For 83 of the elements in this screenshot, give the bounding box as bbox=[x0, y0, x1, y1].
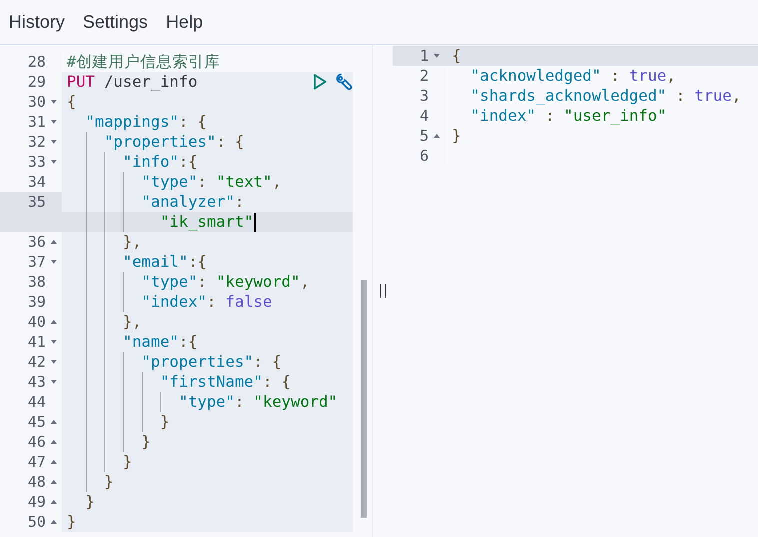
line-number: 46 bbox=[28, 433, 46, 451]
code-line: "properties": { bbox=[140, 352, 282, 372]
fold-open-icon[interactable] bbox=[51, 360, 57, 364]
code-line: #创建用户信息索引库 bbox=[67, 52, 220, 72]
code-line: "type": "text", bbox=[140, 172, 282, 192]
fold-close-icon[interactable] bbox=[51, 440, 57, 444]
code-line: }, bbox=[122, 232, 142, 252]
line-number: 47 bbox=[28, 453, 46, 471]
code-line: }, bbox=[122, 312, 142, 332]
code-line: } bbox=[84, 492, 95, 512]
code-line: "name":{ bbox=[122, 332, 198, 352]
fold-close-icon[interactable] bbox=[434, 134, 440, 138]
menu-item[interactable]: Settings bbox=[74, 8, 158, 36]
fold-open-icon[interactable] bbox=[51, 120, 57, 124]
line-number: 34 bbox=[28, 173, 46, 191]
fold-close-icon[interactable] bbox=[51, 460, 57, 464]
line-number: 38 bbox=[28, 273, 46, 291]
code-line: } bbox=[140, 432, 151, 452]
line-number: 5 bbox=[420, 127, 429, 145]
line-number: 32 bbox=[28, 133, 46, 151]
code-line: "info":{ bbox=[122, 152, 198, 172]
code-line: "index": false bbox=[140, 292, 272, 312]
code-line: "email":{ bbox=[122, 252, 207, 272]
line-number: 2 bbox=[420, 67, 429, 85]
code-line: } bbox=[159, 412, 170, 432]
code-line: "acknowledged" : true, bbox=[470, 66, 676, 86]
fold-open-icon[interactable] bbox=[51, 140, 57, 144]
fold-open-icon[interactable] bbox=[51, 100, 57, 104]
line-number: 39 bbox=[28, 293, 46, 311]
code-line: { bbox=[452, 46, 462, 66]
line-number: 28 bbox=[28, 53, 46, 71]
code-line: { bbox=[67, 92, 76, 112]
code-line: "type": "keyword", bbox=[140, 272, 310, 292]
line-number: 1 bbox=[420, 47, 429, 65]
line-number: 4 bbox=[420, 107, 429, 125]
code-line: "ik_smart" bbox=[159, 212, 256, 232]
fold-open-icon[interactable] bbox=[51, 160, 57, 164]
play-icon[interactable] bbox=[311, 73, 329, 91]
wrench-icon[interactable] bbox=[335, 73, 353, 91]
line-number: 48 bbox=[28, 473, 46, 491]
code-line: "analyzer": bbox=[140, 192, 244, 212]
line-number: 42 bbox=[28, 353, 46, 371]
code-line: } bbox=[122, 452, 132, 472]
line-number: 3 bbox=[420, 87, 429, 105]
fold-close-icon[interactable] bbox=[51, 240, 57, 244]
fold-close-icon[interactable] bbox=[51, 320, 57, 324]
line-number: 41 bbox=[28, 333, 46, 351]
line-number: 35 bbox=[28, 193, 46, 211]
fold-open-icon[interactable] bbox=[51, 340, 57, 344]
line-number: 40 bbox=[28, 313, 46, 331]
code-line: "shards_acknowledged" : true, bbox=[470, 86, 742, 106]
menu-item[interactable]: History bbox=[0, 8, 74, 36]
code-line: } bbox=[103, 472, 114, 492]
code-line: } bbox=[67, 512, 76, 532]
line-number: 43 bbox=[28, 373, 46, 391]
menu-item[interactable]: Help bbox=[157, 8, 212, 36]
code-line: "mappings": { bbox=[84, 112, 207, 132]
fold-close-icon[interactable] bbox=[51, 500, 57, 504]
code-line: } bbox=[452, 126, 462, 146]
fold-open-icon[interactable] bbox=[51, 260, 57, 264]
line-number: 6 bbox=[420, 147, 429, 165]
resize-handle[interactable] bbox=[380, 284, 386, 298]
line-number: 50 bbox=[28, 513, 46, 531]
line-number: 30 bbox=[28, 93, 46, 111]
line-number: 33 bbox=[28, 153, 46, 171]
fold-open-icon[interactable] bbox=[434, 54, 440, 58]
fold-close-icon[interactable] bbox=[51, 420, 57, 424]
code-line: "index" : "user_info" bbox=[470, 106, 667, 126]
line-number: 31 bbox=[28, 113, 46, 131]
code-line: "firstName": { bbox=[159, 372, 291, 392]
line-number: 49 bbox=[28, 493, 46, 511]
code-line: PUT /user_info bbox=[67, 72, 198, 92]
fold-open-icon[interactable] bbox=[51, 380, 57, 384]
scrollbar-thumb[interactable] bbox=[361, 280, 367, 518]
fold-close-icon[interactable] bbox=[51, 520, 57, 524]
line-number: 45 bbox=[28, 413, 46, 431]
code-line: "properties": { bbox=[103, 132, 244, 152]
line-number: 44 bbox=[28, 393, 46, 411]
line-number: 29 bbox=[28, 73, 46, 91]
line-number: 37 bbox=[28, 253, 46, 271]
line-number: 36 bbox=[28, 233, 46, 251]
fold-close-icon[interactable] bbox=[51, 480, 57, 484]
code-line: "type": "keyword" bbox=[178, 392, 338, 412]
